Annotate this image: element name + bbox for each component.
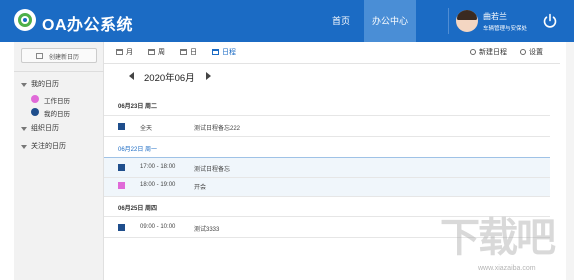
user-department: 车辆管理与安保处 [483,26,528,32]
tab-week[interactable]: 周 [148,47,165,57]
event-time: 09:00 - 10:00 [140,224,176,230]
oa-logo-icon [14,9,36,31]
create-calendar-button[interactable]: 创建新日历 [21,48,97,63]
calendar-icon [148,49,155,55]
event-time: 全天 [140,126,153,132]
avatar[interactable] [456,10,478,32]
view-toolbar: 月 周 日 日程 新建日程 设置 [104,42,560,64]
divider [104,177,550,178]
event-color-marker [118,182,125,189]
calendar-icon [116,49,123,55]
date-heading: 06月25日 周四 [118,206,158,212]
watermark-logo: 下载吧 [440,215,556,261]
event-title[interactable]: 开会 [194,182,206,191]
watermark-url: www.xiazaiba.com [478,265,536,272]
date-heading: 06月23日 周二 [118,104,158,110]
sidebar-group-followed-calendar[interactable]: 关注的日历 [31,141,66,151]
divider [104,136,550,137]
sidebar-item-my-calendar[interactable]: 我的日历 [44,108,70,118]
tab-month[interactable]: 月 [116,47,133,57]
sidebar-group-org-calendar[interactable]: 组织日历 [31,123,59,133]
sidebar-item-work-calendar[interactable]: 工作日历 [44,95,70,105]
chevron-down-icon[interactable] [21,127,27,131]
event-color-marker [118,164,125,171]
calendar-add-icon [36,53,43,59]
checked-circle-icon[interactable] [31,108,39,116]
user-name[interactable]: 曲若兰 [483,11,507,22]
event-time: 18:00 - 19:00 [140,182,176,188]
calendar-icon [180,49,187,55]
event-color-marker [118,224,125,231]
divider [104,115,550,116]
scrollbar[interactable] [566,42,574,280]
top-header: OA办公系统 首页 办公中心 曲若兰 车辆管理与安保处 [0,0,574,42]
gear-icon [520,49,526,55]
event-title[interactable]: 测试日程备忘 [194,164,230,173]
tab-day[interactable]: 日 [180,47,197,57]
event-time: 17:00 - 18:00 [140,164,176,170]
new-schedule-button[interactable]: 新建日程 [470,47,507,57]
nav-office-center[interactable]: 办公中心 [364,0,416,42]
plus-circle-icon [470,49,476,55]
date-heading: 06月22日 周一 [118,147,158,153]
next-month-icon[interactable] [206,72,211,80]
divider [104,196,550,197]
checked-circle-icon[interactable] [31,95,39,103]
chevron-down-icon[interactable] [21,83,27,87]
sidebar-divider [14,71,104,72]
sidebar: 创建新日历 我的日历 工作日历 我的日历 组织日历 关注的日历 [14,42,104,280]
power-icon[interactable] [542,13,558,29]
create-calendar-label: 创建新日历 [49,55,80,61]
sidebar-group-my-calendar[interactable]: 我的日历 [31,79,59,89]
prev-month-icon[interactable] [129,72,134,80]
event-title[interactable]: 测试日程备忘222 [194,123,240,132]
calendar-icon [212,49,219,55]
event-title[interactable]: 测试3333 [194,224,219,233]
event-color-marker [118,123,125,130]
current-month: 2020年06月 [144,73,195,84]
tab-schedule[interactable]: 日程 [212,47,236,57]
settings-button[interactable]: 设置 [520,47,543,57]
header-divider [448,8,449,34]
app-title: OA办公系统 [42,17,134,34]
chevron-down-icon[interactable] [21,145,27,149]
nav-home[interactable]: 首页 [318,0,364,42]
